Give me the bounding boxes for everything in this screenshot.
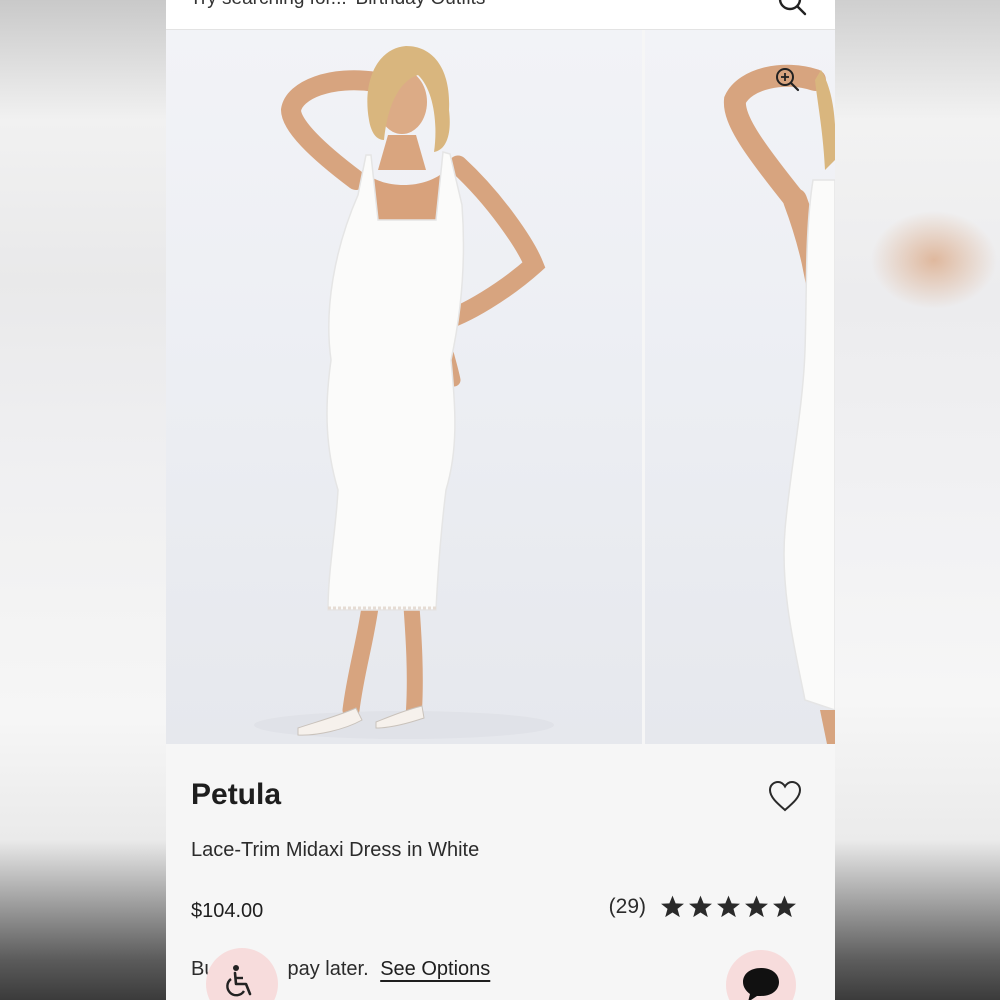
star-filled-icon — [773, 895, 796, 918]
star-filled-icon — [717, 895, 740, 918]
star-filled-icon — [745, 895, 768, 918]
product-image-gallery[interactable] — [166, 30, 835, 744]
product-photo-front[interactable] — [166, 30, 642, 744]
model-front-illustration — [254, 46, 554, 739]
search-icon[interactable] — [777, 0, 807, 16]
product-description: Lace-Trim Midaxi Dress in White — [191, 839, 480, 861]
product-name: Petula — [191, 778, 282, 811]
model-back-illustration — [723, 64, 835, 744]
chat-bubble-icon — [743, 968, 779, 1000]
product-price: $104.00 — [191, 900, 264, 922]
search-bar[interactable]: Try searching for... 'Birthday Outfits' — [166, 0, 835, 30]
blurred-background-left — [0, 0, 166, 1000]
zoom-in-icon[interactable] — [774, 66, 800, 92]
blurred-background-right — [835, 0, 1000, 1000]
product-photo-back[interactable] — [645, 30, 835, 744]
phone-screen: Try searching for... 'Birthday Outfits' — [166, 0, 835, 1000]
star-rating — [660, 894, 797, 919]
wheelchair-icon — [226, 965, 252, 997]
star-filled-icon — [689, 895, 712, 918]
heart-outline-icon[interactable] — [767, 779, 803, 813]
review-count[interactable]: (29) — [609, 895, 646, 919]
see-options-link[interactable]: See Options — [380, 958, 490, 980]
search-placeholder[interactable]: Try searching for... 'Birthday Outfits' — [190, 0, 489, 10]
reviews-summary[interactable]: (29) — [609, 894, 797, 919]
bnpl-text-end: pay later. — [287, 958, 369, 980]
star-filled-icon — [661, 895, 684, 918]
